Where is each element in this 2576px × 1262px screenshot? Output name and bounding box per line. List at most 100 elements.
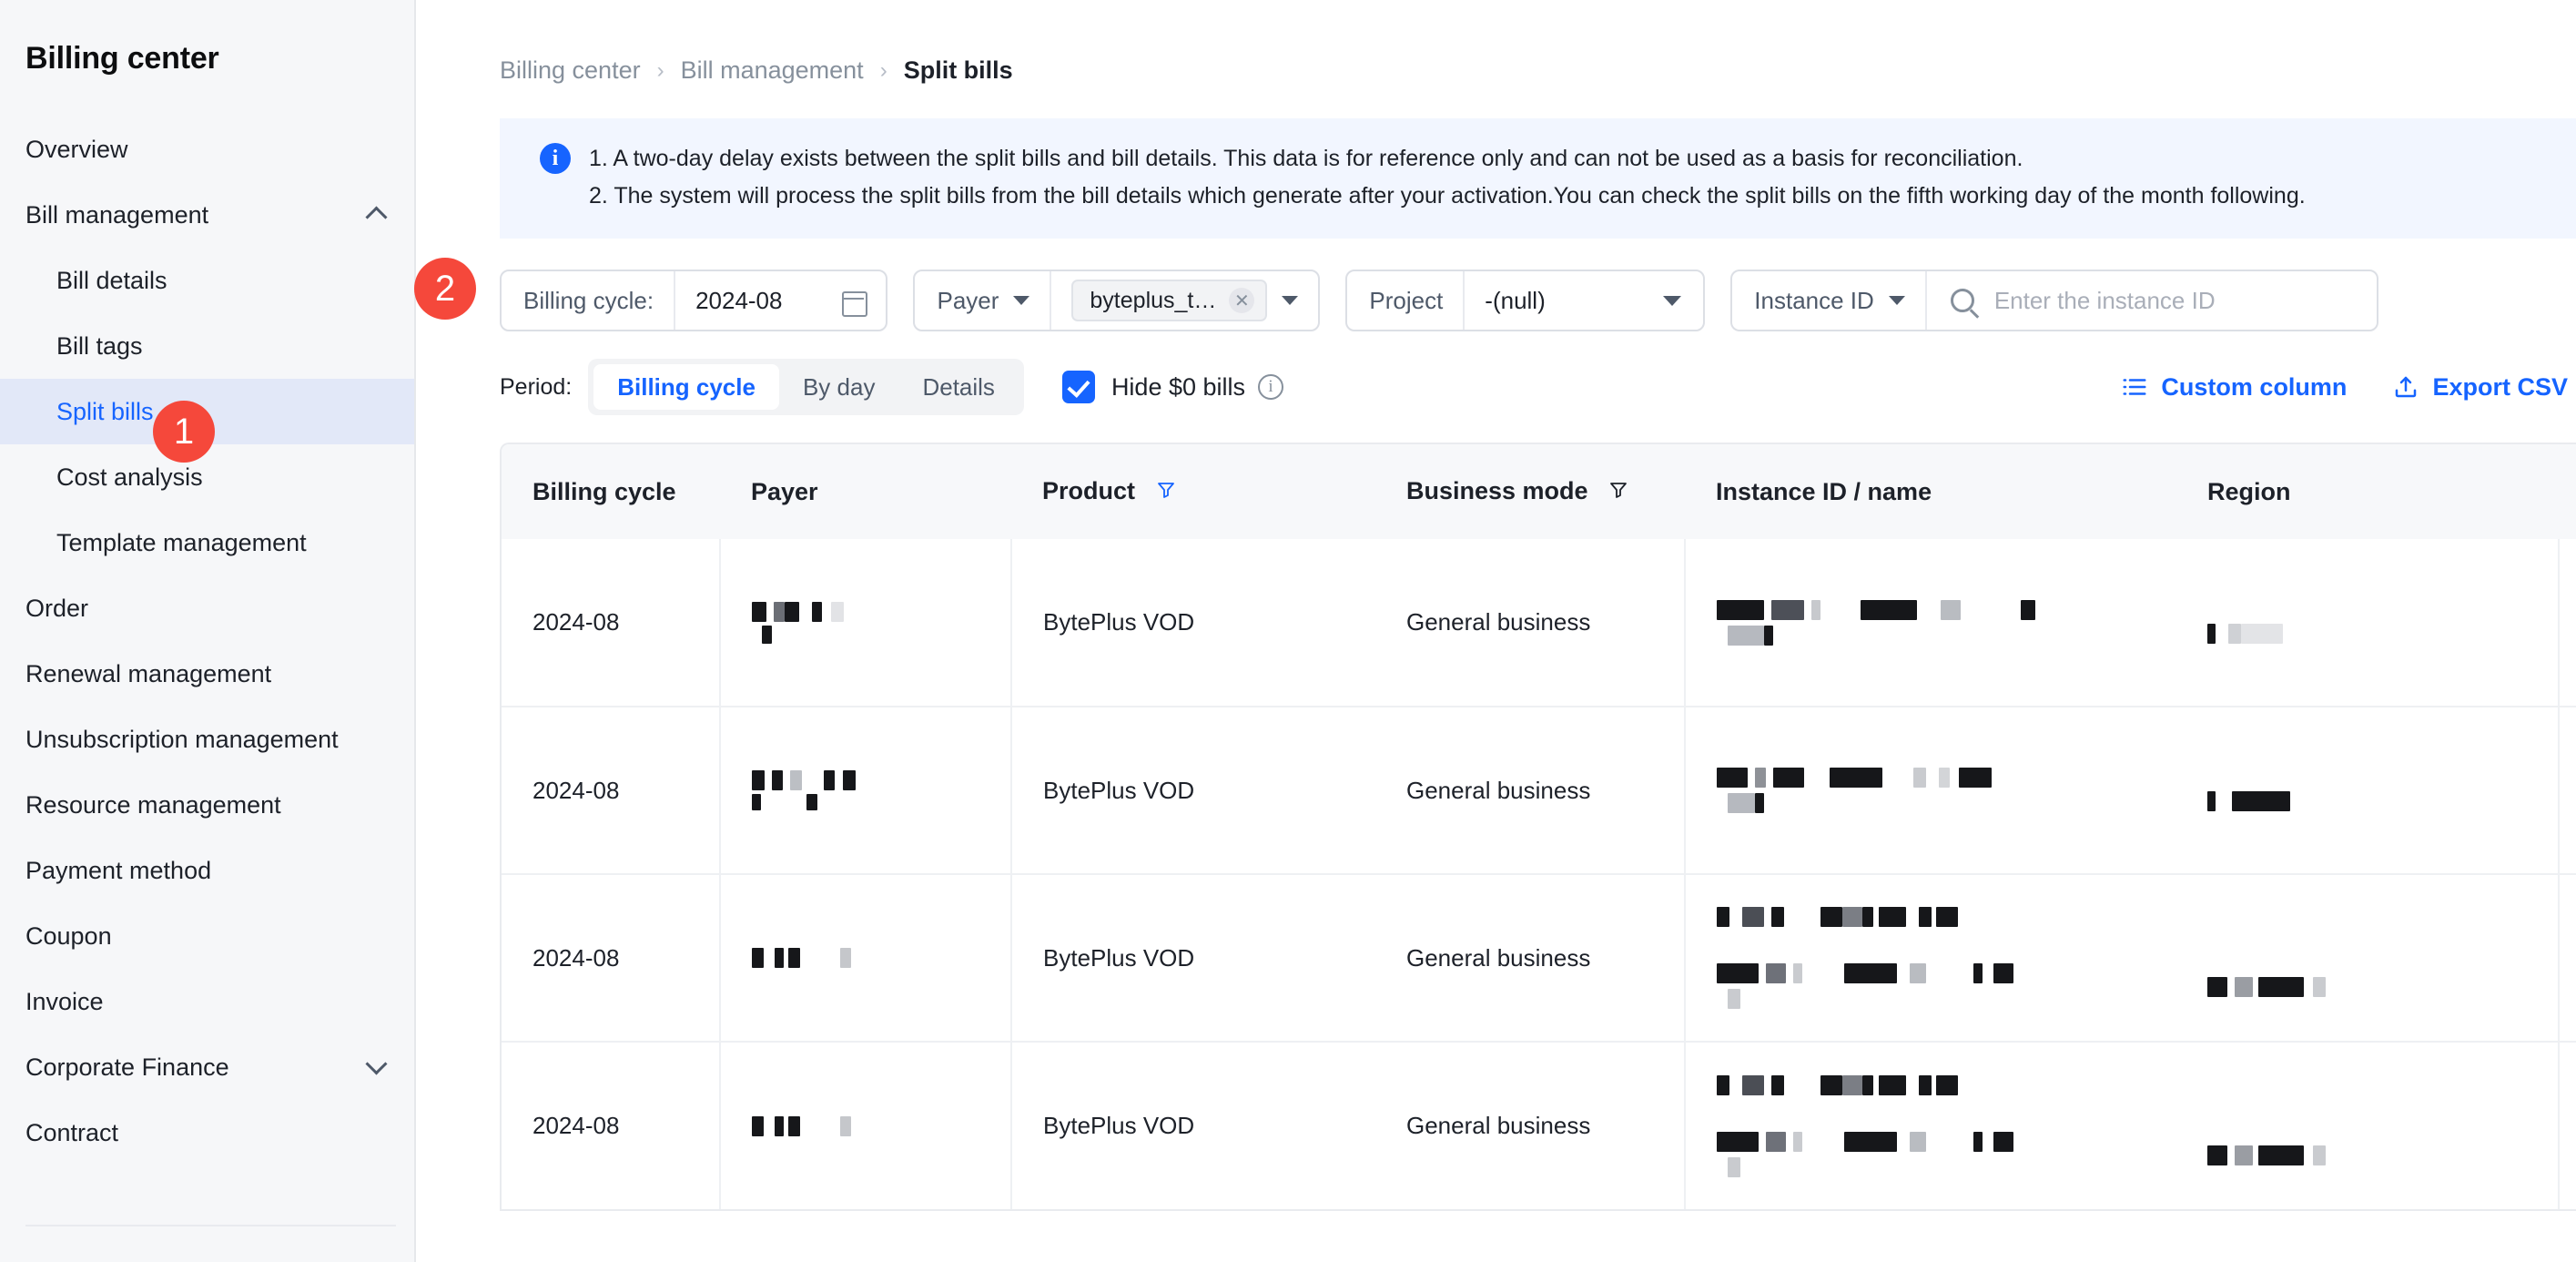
sidebar-item-payment-method[interactable]: Payment method: [0, 838, 414, 903]
instance-id-placeholder: Enter the instance ID: [1993, 286, 2216, 314]
cell-truncated: -: [2558, 1041, 2576, 1209]
sidebar-title: Billing center: [25, 41, 219, 76]
column-payer[interactable]: Payer: [720, 444, 1011, 539]
column-label: Instance ID / name: [1716, 477, 1932, 505]
project-value[interactable]: -(null): [1465, 271, 1647, 330]
chevron-down-icon: [367, 1057, 387, 1077]
hide-zero-bills-checkbox[interactable]: [1061, 371, 1095, 403]
cell-truncated: -: [2558, 706, 2576, 874]
breadcrumb-current: Split bills: [903, 56, 1013, 84]
cell-instance: [1684, 1041, 2176, 1209]
sidebar-item-corporate-finance[interactable]: Corporate Finance: [0, 1034, 414, 1100]
cell-region: [2176, 539, 2559, 707]
redacted-value: [2207, 1087, 2558, 1165]
sidebar-item-label: Coupon: [25, 921, 112, 950]
column-billing-cycle[interactable]: Billing cycle: [502, 444, 720, 539]
table-row[interactable]: 2024-08 BytePlus VOD General business: [502, 706, 2576, 874]
info-banner-text: 1. A two-day delay exists between the sp…: [589, 140, 2306, 215]
cell-region: [2176, 873, 2559, 1042]
cell-payer: [719, 539, 1011, 707]
breadcrumb-root[interactable]: Billing center: [500, 56, 641, 85]
info-banner: i 1. A two-day delay exists between the …: [500, 118, 2576, 239]
sidebar-item-label: Payment method: [25, 856, 212, 884]
billing-cycle-value[interactable]: 2024-08: [675, 271, 802, 330]
sidebar-item-order[interactable]: Order: [0, 575, 414, 641]
hide-zero-bills-label: Hide $0 bills: [1111, 372, 1246, 401]
sidebar-item-unsubscription-management[interactable]: Unsubscription management: [0, 707, 414, 772]
list-icon: [2121, 373, 2148, 401]
sidebar-divider: [25, 1225, 396, 1226]
table-row[interactable]: 2024-08 BytePlus VOD General business: [502, 1041, 2576, 1209]
table-row[interactable]: 2024-08 BytePlus VOD General business: [502, 873, 2576, 1042]
column-truncated[interactable]: S: [2559, 444, 2576, 539]
filter-icon[interactable]: [1155, 479, 1177, 507]
sidebar-item-label: Invoice: [25, 987, 104, 1015]
cell-business-mode: General business: [1375, 706, 1685, 874]
filter-icon[interactable]: [1607, 479, 1629, 507]
period-tabs: Billing cycle By day Details: [588, 359, 1024, 415]
chevron-down-icon[interactable]: [1663, 295, 1682, 306]
column-product[interactable]: Product: [1011, 444, 1375, 539]
chevron-up-icon: [367, 205, 387, 225]
billing-cycle-filter[interactable]: Billing cycle: 2024-08: [500, 270, 888, 331]
cell-product: BytePlus VOD: [1010, 706, 1375, 874]
tab-label: Details: [922, 372, 995, 401]
redacted-value: [1717, 1074, 2176, 1177]
redacted-value: [2207, 769, 2558, 811]
sidebar-item-label: Overview: [25, 135, 128, 163]
chevron-down-icon[interactable]: [1888, 296, 1905, 305]
column-business-mode[interactable]: Business mode: [1375, 444, 1685, 539]
annotation-marker-2: 2: [414, 258, 476, 320]
cell-truncated: -: [2558, 539, 2576, 707]
upload-icon: [2392, 373, 2419, 401]
toolbar-actions: Custom column Export CSV: [2121, 373, 2576, 402]
tab-by-day[interactable]: By day: [779, 364, 899, 410]
instance-id-search[interactable]: Enter the instance ID: [1927, 271, 2377, 330]
project-filter[interactable]: Project -(null): [1345, 270, 1706, 331]
sidebar-item-resource-management[interactable]: Resource management: [0, 772, 414, 838]
payer-tag[interactable]: byteplus_t… ✕: [1071, 280, 1268, 321]
breadcrumb: Billing center › Bill management › Split…: [416, 0, 2576, 85]
hide-zero-bills-toggle[interactable]: Hide $0 bills i: [1061, 371, 1284, 403]
sidebar-item-renewal-management[interactable]: Renewal management: [0, 641, 414, 707]
info-icon[interactable]: i: [1258, 374, 1284, 400]
sidebar-item-cost-analysis[interactable]: Cost analysis: [0, 444, 414, 510]
cell-region: [2176, 706, 2559, 874]
calendar-icon[interactable]: [842, 288, 868, 317]
chevron-down-icon[interactable]: [1013, 296, 1030, 305]
sidebar-item-bill-tags[interactable]: Bill tags: [0, 313, 414, 379]
cell-billing-cycle: 2024-08: [532, 608, 620, 636]
table-header: Billing cycle Payer Product Business mod…: [502, 444, 2576, 539]
sidebar-item-template-management[interactable]: Template management: [0, 510, 414, 575]
column-instance-id-name[interactable]: Instance ID / name: [1685, 444, 2176, 539]
sidebar-item-overview[interactable]: Overview: [0, 117, 414, 182]
sidebar-item-bill-management[interactable]: Bill management: [0, 182, 414, 248]
sidebar-item-label: Bill management: [25, 200, 209, 229]
filter-bar: Billing cycle: 2024-08 Payer byteplus_t……: [500, 270, 2576, 331]
export-csv-button[interactable]: Export CSV: [2392, 373, 2568, 402]
custom-column-button[interactable]: Custom column: [2121, 373, 2347, 402]
table-row[interactable]: 2024-08 BytePlus VOD General business: [502, 539, 2576, 707]
column-label: Billing cycle: [532, 477, 676, 505]
payer-filter[interactable]: Payer byteplus_t… ✕: [913, 270, 1321, 331]
column-region[interactable]: Region: [2176, 444, 2559, 539]
sidebar-item-invoice[interactable]: Invoice: [0, 969, 414, 1034]
info-icon: i: [540, 143, 571, 174]
sidebar-item-bill-details[interactable]: Bill details: [0, 248, 414, 313]
sidebar-item-label: Bill details: [56, 266, 167, 294]
sidebar-item-contract[interactable]: Contract: [0, 1100, 414, 1165]
close-icon[interactable]: ✕: [1229, 288, 1255, 313]
tab-billing-cycle[interactable]: Billing cycle: [593, 364, 779, 410]
cell-billing-cycle: 2024-08: [502, 706, 720, 874]
cell-business-mode: General business: [1375, 873, 1685, 1042]
custom-column-label: Custom column: [2161, 372, 2348, 401]
sidebar-item-label: Resource management: [25, 790, 281, 819]
chevron-down-icon[interactable]: [1282, 296, 1299, 305]
sidebar-item-coupon[interactable]: Coupon: [0, 903, 414, 969]
breadcrumb-parent[interactable]: Bill management: [681, 56, 864, 85]
redacted-value: [1717, 768, 2176, 813]
instance-id-filter[interactable]: Instance ID Enter the instance ID: [1730, 270, 2379, 331]
column-label: Product: [1042, 476, 1136, 504]
sidebar-item-label: Cost analysis: [56, 463, 203, 491]
tab-details[interactable]: Details: [898, 364, 1018, 410]
